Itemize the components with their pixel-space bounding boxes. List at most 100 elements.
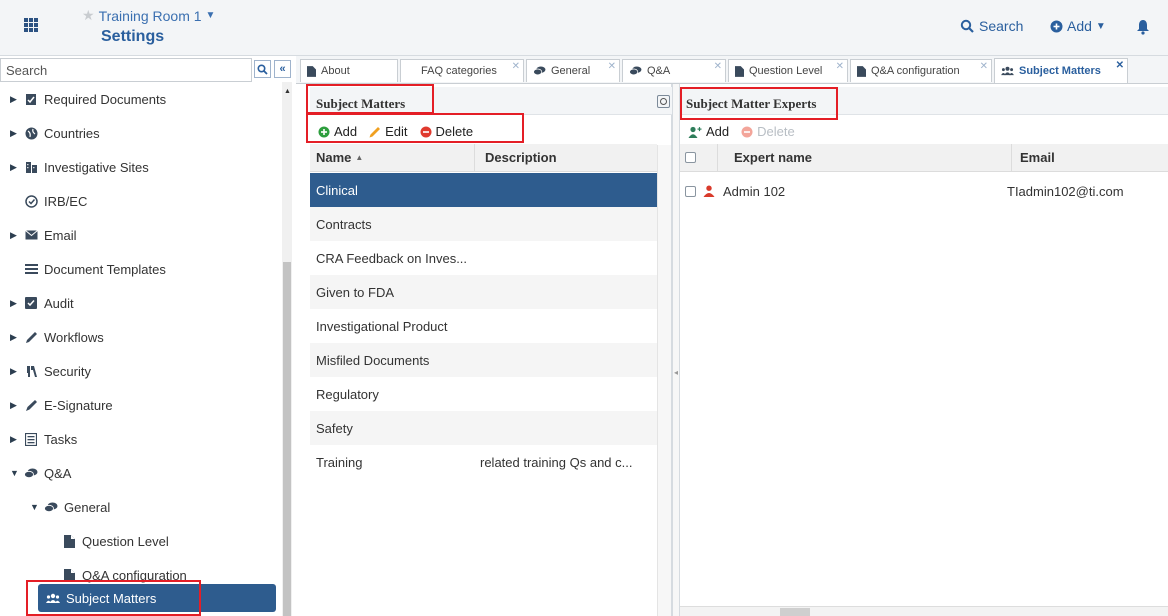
nav-item-document-templates[interactable]: Document Templates [0,252,282,286]
delete-expert-button[interactable]: Delete [741,124,795,139]
nav-item-e-signature[interactable]: ▶ E-Signature [0,388,282,422]
delete-subject-matter-button[interactable]: Delete [420,124,473,139]
table-row[interactable]: Safety [310,411,657,445]
close-tab-icon[interactable]: ✕ [512,61,520,72]
expand-arrow-icon[interactable]: ▶ [10,230,18,241]
tab-label: Q&A configuration [871,65,960,77]
nav-item-subject-matters[interactable]: Subject Matters [38,584,276,612]
nav-item-workflows[interactable]: ▶ Workflows [0,320,282,354]
nav-item-label: Question Level [82,533,169,549]
table-row[interactable]: Training related training Qs and c... [310,445,657,479]
select-all-checkbox[interactable] [685,152,696,163]
nav-search-button[interactable] [254,60,271,78]
close-tab-icon[interactable]: ✕ [1116,60,1124,71]
expand-arrow-icon[interactable]: ▶ [10,128,18,139]
column-header-name[interactable]: Name ▲ [310,144,475,171]
expand-arrow-icon[interactable]: ▶ [10,366,18,377]
row-name: Clinical [316,182,358,198]
table-row[interactable]: Investigational Product [310,309,657,343]
nav-search-input[interactable] [0,58,252,82]
collapse-arrow-icon[interactable]: ▼ [10,468,19,478]
table-row[interactable]: Given to FDA [310,275,657,309]
collapse-nav-button[interactable]: « [274,60,291,78]
room-selector[interactable]: ★ Training Room 1 ▼ [82,7,215,24]
subject-matters-scrollbar[interactable] [657,145,671,616]
experts-horizontal-scrollbar-thumb[interactable] [780,608,810,616]
tab-qa-configuration[interactable]: Q&A configuration ✕ [850,59,992,82]
pen-icon [24,398,38,412]
delete-label: Delete [757,124,795,139]
nav-item-security[interactable]: ▶ Security [0,354,282,388]
expand-arrow-icon[interactable]: ▶ [10,298,18,309]
tasks-icon [24,432,38,446]
nav-item-investigative-sites[interactable]: ▶ Investigative Sites [0,150,282,184]
nav-item-irb-ec[interactable]: IRB/EC [0,184,282,218]
table-row[interactable]: Clinical [310,173,657,207]
expand-arrow-icon[interactable]: ▶ [10,332,18,343]
table-row[interactable]: Misfiled Documents [310,343,657,377]
panel-settings-icon[interactable] [657,95,670,108]
table-row[interactable]: Admin 102 TIadmin102@ti.com [680,176,1168,206]
nav-item-countries[interactable]: ▶ Countries [0,116,282,150]
row-name: Given to FDA [316,284,395,300]
column-header-expert-name[interactable]: Expert name [718,144,1012,171]
nav-item-audit[interactable]: ▶ Audit [0,286,282,320]
nav-item-tasks[interactable]: ▶ Tasks [0,422,282,456]
tab-label: FAQ categories [421,65,497,77]
splitter-handle-icon[interactable]: ◂ [674,368,678,377]
chat-icon [44,500,58,514]
close-tab-icon[interactable]: ✕ [980,61,988,72]
tab-question-level[interactable]: Question Level ✕ [728,59,848,82]
column-description-label: Description [485,150,557,165]
apps-grid-icon[interactable] [24,18,38,32]
tab-qa[interactable]: Q&A ✕ [622,59,726,82]
star-icon[interactable]: ★ [82,7,95,24]
expand-arrow-icon[interactable]: ▶ [10,434,18,445]
expand-arrow-icon[interactable]: ▶ [10,400,18,411]
collapse-arrow-icon[interactable]: ▼ [30,502,39,512]
nav-item-question-level[interactable]: Question Level [0,524,282,558]
scroll-up-arrow-icon[interactable]: ▲ [284,88,291,95]
add-expert-button[interactable]: Add [688,124,729,139]
nav-item-label: Document Templates [44,261,166,277]
nav-item-qa[interactable]: ▼ Q&A [0,456,282,490]
app-header: ★ Training Room 1 ▼ Settings Search Add … [0,0,1168,56]
select-all-cell [680,144,718,171]
tab-label: Q&A [647,65,671,77]
file-icon [307,65,316,77]
edit-label: Edit [385,124,408,139]
nav-item-required-documents[interactable]: ▶ Required Documents [0,82,282,116]
nav-item-email[interactable]: ▶ Email [0,218,282,252]
nav-item-label: Email [44,227,77,243]
expand-arrow-icon[interactable]: ▶ [10,162,18,173]
table-row[interactable]: Contracts [310,207,657,241]
row-name: Regulatory [316,386,379,402]
header-search-button[interactable]: Search [960,18,1023,34]
expand-arrow-icon[interactable]: ▶ [10,94,18,105]
column-header-email[interactable]: Email [1012,144,1168,171]
tab-about[interactable]: About [300,59,398,82]
panel-splitter[interactable] [672,84,680,616]
notifications-bell-icon[interactable] [1136,19,1150,38]
close-tab-icon[interactable]: ✕ [836,61,844,72]
add-subject-matter-button[interactable]: Add [318,124,357,139]
tab-faq-categories[interactable]: FAQ categories ✕ [400,59,524,82]
minus-circle-icon [420,126,432,137]
close-tab-icon[interactable]: ✕ [714,61,722,72]
nav-scrollbar-thumb[interactable] [283,262,291,616]
close-tab-icon[interactable]: ✕ [608,61,616,72]
table-row[interactable]: Regulatory [310,377,657,411]
tab-general[interactable]: General ✕ [526,59,620,82]
header-add-button[interactable]: Add ▼ [1050,18,1106,34]
tab-subject-matters[interactable]: Subject Matters ✕ [994,58,1128,83]
row-name: Investigational Product [316,318,448,334]
column-header-description[interactable]: Description [475,144,657,171]
nav-item-label: Audit [44,295,74,311]
edit-subject-matter-button[interactable]: Edit [369,124,408,139]
settings-nav-tree: ▶ Required Documents ▶ Countries ▶ Inves… [0,82,282,616]
row-checkbox[interactable] [685,185,696,197]
user-icon [703,185,715,197]
table-row[interactable]: CRA Feedback on Inves... [310,241,657,275]
experts-horizontal-scrollbar[interactable] [680,606,1168,616]
nav-item-general[interactable]: ▼ General [0,490,282,524]
